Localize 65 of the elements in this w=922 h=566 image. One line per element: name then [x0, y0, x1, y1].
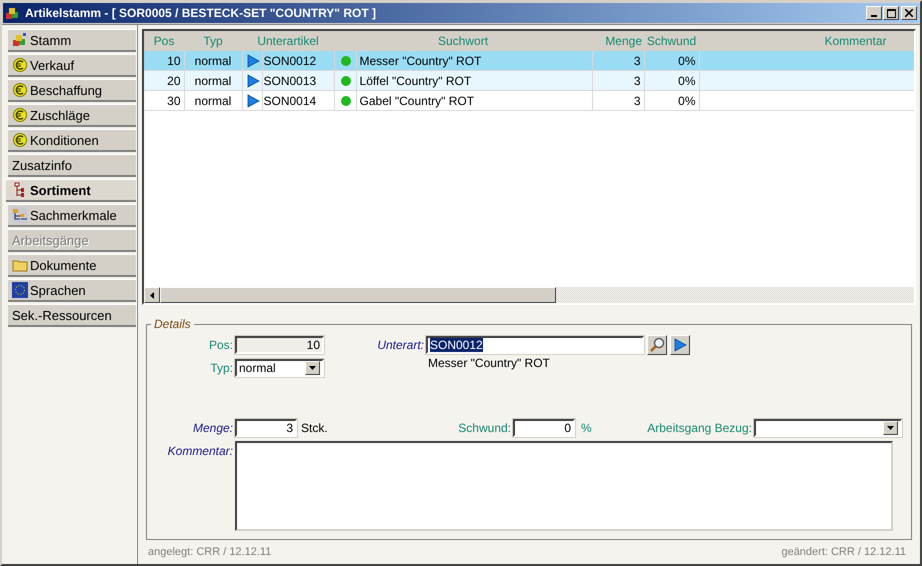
table-row[interactable]: 20 normal SON0013 Löffel "Country" ROT 3 0%	[144, 70, 914, 90]
type-dropdown[interactable]: normal	[235, 359, 324, 377]
coin-icon	[12, 132, 28, 148]
sidebar-tab[interactable]: Konditionen	[8, 129, 136, 152]
table-cell: Gabel "Country" ROT	[356, 90, 592, 110]
input-field[interactable]: SON0012	[426, 336, 644, 354]
operation-dropdown[interactable]	[754, 419, 902, 437]
maximize-icon	[886, 8, 896, 18]
table-cell: SON0014	[262, 90, 334, 110]
sidebar-tab[interactable]: Sprachen	[8, 279, 136, 302]
coin-icon	[12, 107, 28, 123]
input-field[interactable]: 0	[513, 419, 575, 437]
sidebar-tab[interactable]: Stamm	[8, 29, 136, 52]
open-button[interactable]	[670, 335, 690, 355]
sidebar-tab[interactable]: Zusatzinfo	[8, 154, 136, 177]
table-cell: 30	[144, 90, 184, 110]
input-field[interactable]: 10	[235, 336, 324, 354]
changed-info: geändert: CRR / 12.12.11	[781, 546, 906, 558]
unit-label: Stck.	[301, 421, 329, 435]
field-label: Unterart:	[376, 338, 424, 352]
play-icon	[673, 338, 687, 352]
left-arrow-icon	[150, 292, 154, 298]
sidebar-tab[interactable]: Zuschläge	[8, 104, 136, 127]
unit-label: %	[581, 421, 593, 435]
arrow-icon	[246, 94, 260, 108]
minimize-button[interactable]	[866, 6, 882, 20]
article-description: Messer "Country" ROT	[428, 356, 550, 370]
window-title: Artikelstamm - [ SOR0005 / BESTECK-SET "COUNTRY" ROT ]	[25, 6, 377, 20]
field-label: Menge:	[192, 421, 233, 435]
search-icon	[649, 337, 665, 353]
sidebar-tab[interactable]: Beschaffung	[8, 79, 136, 102]
field-label: Pos:	[208, 338, 233, 352]
field-label: Schwund:	[457, 421, 511, 435]
table-cell: normal	[184, 90, 242, 110]
coin-icon	[12, 57, 28, 73]
field-label: Arbeitsgang Bezug:	[646, 421, 752, 435]
sidebar-tab[interactable]: Sek.-Ressourcen	[8, 304, 136, 327]
sidebar-tab[interactable]: Sachmerkmale	[8, 204, 136, 227]
comment-field[interactable]	[235, 441, 893, 531]
field-label: Typ:	[209, 361, 233, 375]
field-label: Kommentar:	[166, 443, 233, 458]
app-icon	[5, 5, 21, 21]
caret-icon	[309, 366, 316, 370]
sidebar-tab[interactable]: Dokumente	[8, 254, 136, 277]
table-row[interactable]: 30 normal SON0014 Gabel "Country" ROT 3 0%	[144, 90, 914, 110]
arrow-icon	[246, 54, 260, 68]
created-info: angelegt: CRR / 12.12.11	[148, 546, 272, 558]
cubes-icon	[12, 32, 28, 48]
sidebar-tab[interactable]: Sortiment	[6, 179, 136, 202]
maximize-button[interactable]	[883, 6, 899, 20]
coin-icon	[12, 82, 28, 98]
sidebar-tab[interactable]: Verkauf	[8, 54, 136, 77]
close-icon	[905, 9, 913, 17]
caret-icon	[887, 426, 894, 430]
group-title: Details	[153, 317, 192, 331]
flag-icon	[12, 282, 28, 298]
close-button[interactable]	[901, 6, 917, 20]
table-cell: 3	[592, 90, 644, 110]
table-row[interactable]: 10 normal SON0012 Messer "Country" ROT 3 0%	[144, 51, 914, 70]
arrow-icon	[246, 74, 260, 88]
horizontal-scrollbar[interactable]	[144, 287, 914, 303]
hierarchy-icon	[12, 207, 28, 223]
table-cell: 0%	[644, 90, 700, 110]
input-field[interactable]: 3	[235, 419, 297, 437]
search-button[interactable]	[647, 335, 667, 355]
